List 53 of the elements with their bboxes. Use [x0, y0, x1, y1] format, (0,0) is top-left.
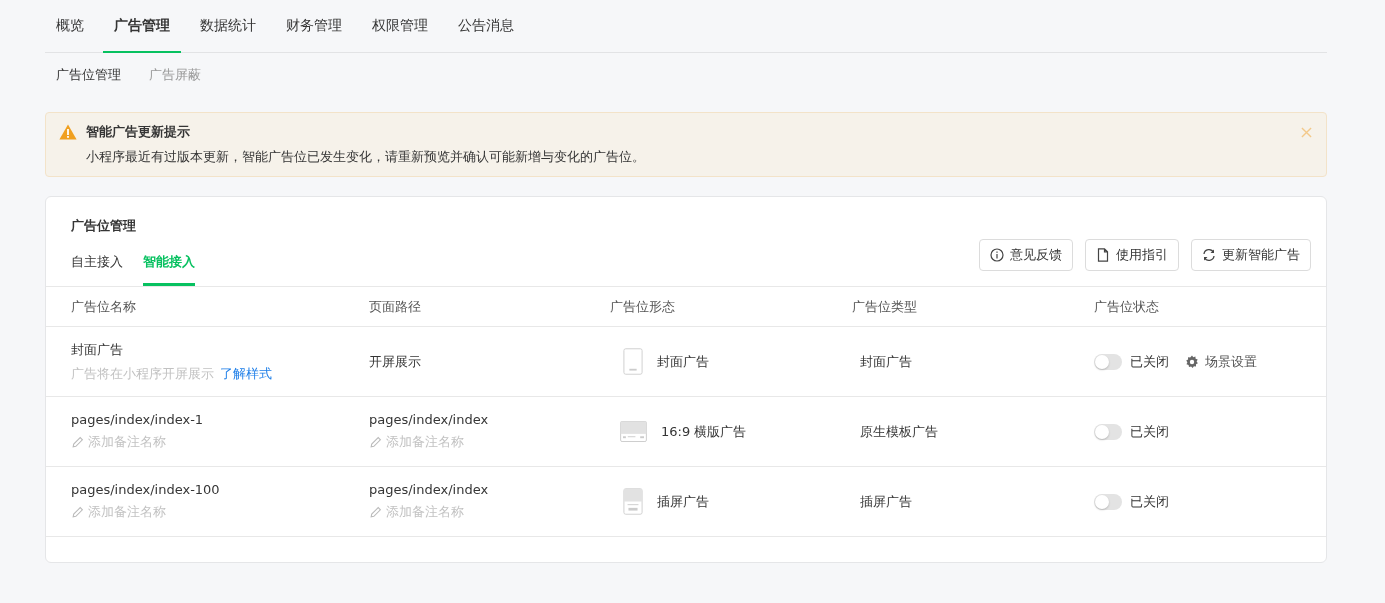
- refresh-icon: [1202, 248, 1216, 262]
- status-label: 已关闭: [1130, 492, 1169, 511]
- status-label: 已关闭: [1130, 352, 1169, 371]
- status-toggle[interactable]: [1094, 353, 1122, 370]
- nav-tab[interactable]: 概览: [45, 0, 95, 53]
- nav-tab[interactable]: 权限管理: [361, 0, 439, 53]
- alert-message: 小程序最近有过版本更新，智能广告位已发生变化，请重新预览并确认可能新增与变化的广告位。: [85, 149, 646, 166]
- ad-format: 插屏广告: [657, 492, 709, 511]
- guide-button[interactable]: 使用指引: [1085, 239, 1179, 271]
- settings-icon: [1185, 354, 1199, 369]
- status-toggle[interactable]: [1094, 493, 1122, 510]
- pencil-icon: [71, 505, 84, 519]
- page-path: pages/index/index: [369, 482, 489, 497]
- status-label: 已关闭: [1130, 422, 1169, 441]
- phone-screen-icon: [623, 347, 643, 376]
- sub-nav-tab[interactable]: 广告位管理: [56, 66, 121, 100]
- feedback-button[interactable]: 意见反馈: [979, 239, 1073, 271]
- nav-tab[interactable]: 数据统计: [189, 0, 267, 53]
- scene-settings-link[interactable]: 场景设置: [1185, 352, 1257, 371]
- slot-name: 封面广告: [71, 340, 123, 359]
- nav-tab[interactable]: 广告管理: [103, 0, 181, 53]
- ad-format: 封面广告: [657, 352, 709, 371]
- document-icon: [1096, 248, 1110, 262]
- ad-type: 封面广告: [859, 352, 912, 371]
- refresh-button[interactable]: 更新智能广告: [1191, 239, 1311, 271]
- column-header: 广告位名称: [71, 297, 137, 316]
- info-icon: [990, 248, 1004, 262]
- slot-name: pages/index/index-1: [71, 412, 204, 427]
- nav-tab[interactable]: 财务管理: [275, 0, 353, 53]
- page-path: 开屏展示: [369, 352, 421, 371]
- status-toggle[interactable]: [1094, 423, 1122, 440]
- card-title: 广告位管理: [71, 217, 137, 235]
- warning-icon: [59, 124, 77, 140]
- pencil-icon: [369, 505, 382, 519]
- alert-title: 智能广告更新提示: [86, 123, 191, 141]
- ad-format: 16:9 横版广告: [661, 422, 747, 441]
- interstitial-ad-icon: [623, 487, 643, 516]
- column-header: 广告位类型: [852, 297, 918, 316]
- learn-style-link[interactable]: 了解样式: [220, 364, 272, 383]
- column-header: 广告位状态: [1094, 297, 1160, 316]
- pencil-icon: [369, 435, 382, 449]
- banner-ad-icon: [620, 421, 647, 442]
- slot-description: 广告将在小程序开屏展示: [71, 364, 214, 383]
- close-icon[interactable]: [1301, 126, 1312, 138]
- pencil-icon: [71, 435, 84, 449]
- tab[interactable]: 自主接入: [71, 253, 123, 286]
- slot-name: pages/index/index-100: [71, 482, 220, 497]
- column-header: 页面路径: [369, 297, 422, 316]
- ad-type: 插屏广告: [859, 492, 912, 511]
- ad-type: 原生模板广告: [859, 422, 938, 441]
- page-path: pages/index/index: [369, 412, 489, 427]
- column-header: 广告位形态: [610, 297, 676, 316]
- nav-tab[interactable]: 公告消息: [447, 0, 525, 53]
